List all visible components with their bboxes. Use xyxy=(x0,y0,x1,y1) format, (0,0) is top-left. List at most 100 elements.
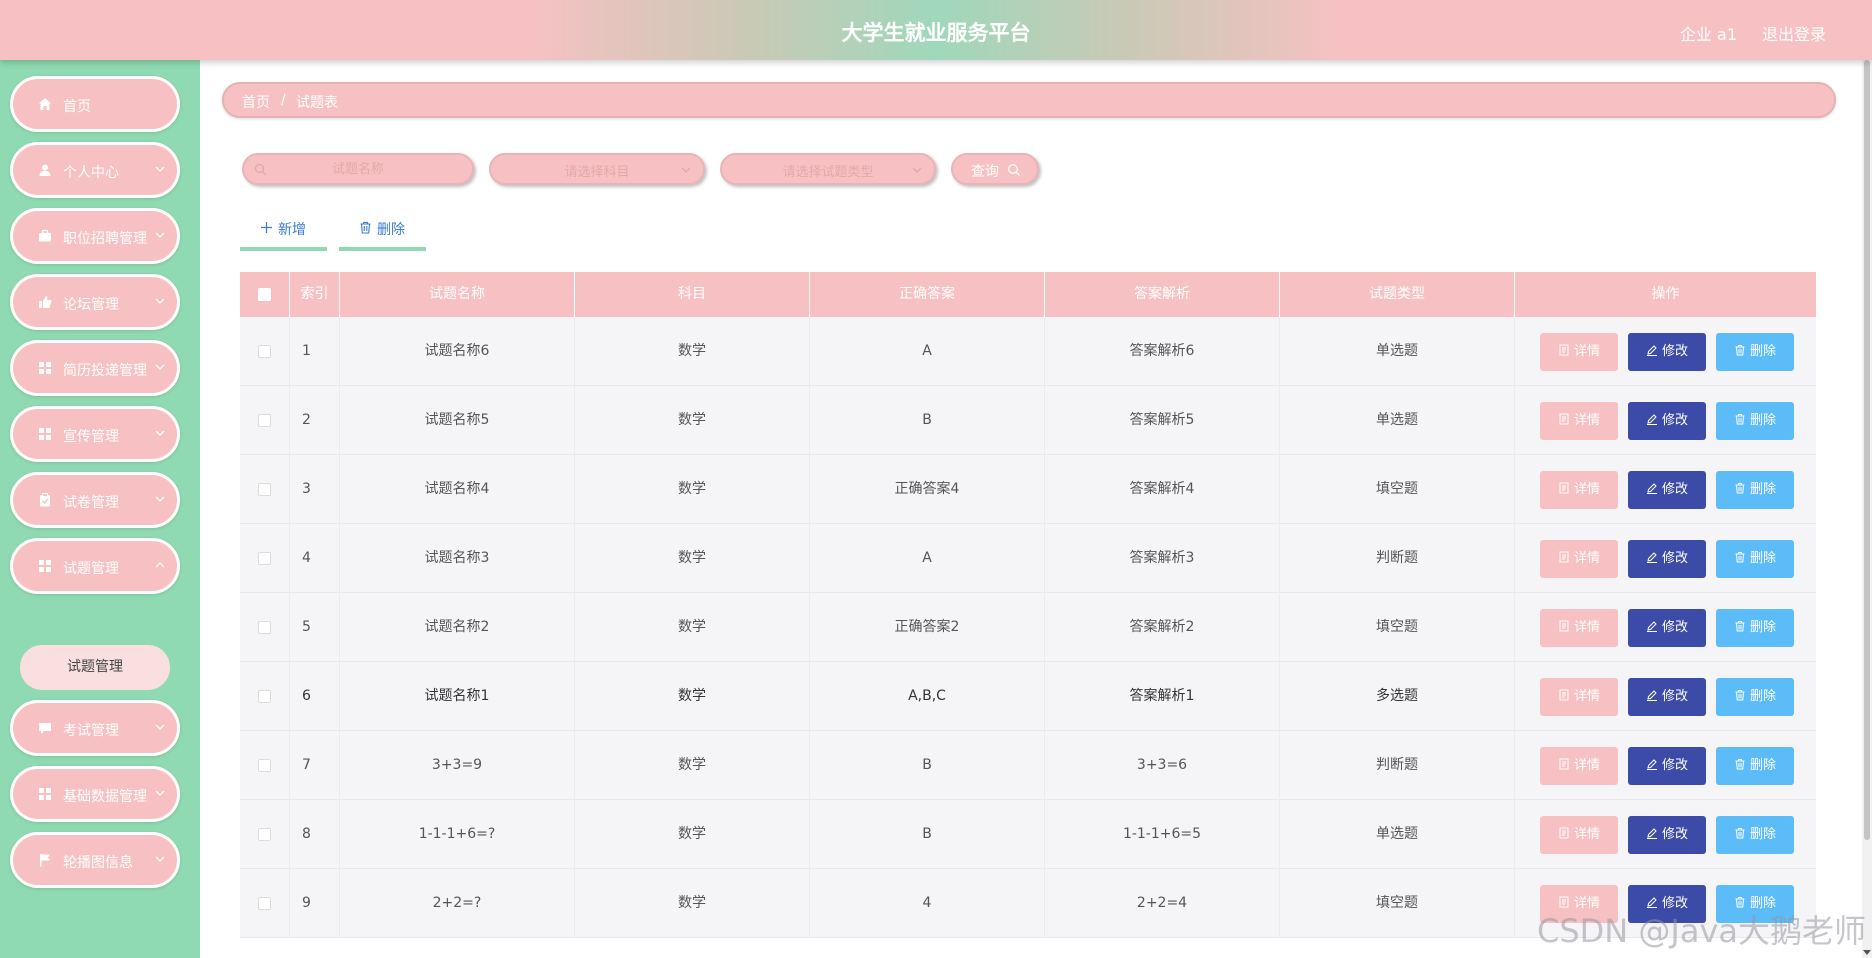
correct-answer-cell: B xyxy=(810,386,1045,455)
delete-button[interactable]: 删除 xyxy=(1716,609,1794,647)
question-type-cell: 判断题 xyxy=(1280,731,1515,800)
detail-button[interactable]: 详情 xyxy=(1540,471,1618,509)
detail-button-label: 详情 xyxy=(1573,758,1600,773)
delete-button-label: 删除 xyxy=(1749,482,1776,497)
app-title: 大学生就业服务平台 xyxy=(841,21,1031,45)
row-checkbox[interactable] xyxy=(258,690,271,703)
edit-button[interactable]: 修改 xyxy=(1628,678,1706,716)
detail-button[interactable]: 详情 xyxy=(1540,747,1618,785)
trash-icon xyxy=(1735,621,1745,632)
chevron-down-icon xyxy=(155,496,165,502)
answer-analysis-cell: 2+2=4 xyxy=(1045,869,1280,938)
edit-button[interactable]: 修改 xyxy=(1628,471,1706,509)
submenu-item-question-management[interactable]: 试题管理 xyxy=(20,645,170,690)
sidebar-item-personal-center[interactable]: 个人中心 xyxy=(10,142,180,198)
batch-delete-button-label: 删除 xyxy=(377,222,405,238)
add-button[interactable]: 新增 xyxy=(240,211,327,251)
delete-button[interactable]: 删除 xyxy=(1716,402,1794,440)
sidebar-item-label: 基础数据管理 xyxy=(63,789,147,805)
sidebar-item-forum[interactable]: 论坛管理 xyxy=(10,274,180,330)
document-icon xyxy=(1559,413,1569,425)
sidebar-item-resume-delivery[interactable]: 简历投递管理 xyxy=(10,340,180,396)
question-type-cell: 填空题 xyxy=(1280,455,1515,524)
answer-analysis-cell: 答案解析4 xyxy=(1045,455,1280,524)
delete-button[interactable]: 删除 xyxy=(1716,816,1794,854)
sidebar-item-exam-paper[interactable]: 试卷管理 xyxy=(10,472,180,528)
trash-icon xyxy=(1735,345,1745,356)
document-icon xyxy=(1559,758,1569,770)
row-checkbox[interactable] xyxy=(258,345,271,358)
pencil-icon xyxy=(1646,621,1657,632)
table-header: 索引 试题名称 科目 正确答案 答案解析 试题类型 操作 xyxy=(240,272,1816,317)
sidebar-item-exam[interactable]: 考试管理 xyxy=(10,700,180,756)
sidebar-item-basic-data[interactable]: 基础数据管理 xyxy=(10,766,180,822)
row-select-cell xyxy=(240,593,290,662)
delete-button[interactable]: 删除 xyxy=(1716,678,1794,716)
row-checkbox[interactable] xyxy=(258,414,271,427)
delete-button[interactable]: 删除 xyxy=(1716,540,1794,578)
edit-button[interactable]: 修改 xyxy=(1628,333,1706,371)
row-checkbox[interactable] xyxy=(258,621,271,634)
edit-button-label: 修改 xyxy=(1661,344,1688,359)
delete-button[interactable]: 删除 xyxy=(1716,471,1794,509)
index-cell: 1 xyxy=(290,317,340,386)
detail-button[interactable]: 详情 xyxy=(1540,540,1618,578)
detail-button-label: 详情 xyxy=(1573,344,1600,359)
document-icon xyxy=(1559,689,1569,701)
detail-button[interactable]: 详情 xyxy=(1540,678,1618,716)
question-name-cell: 试题名称2 xyxy=(340,593,575,662)
breadcrumb-separator: / xyxy=(281,92,286,108)
edit-button[interactable]: 修改 xyxy=(1628,540,1706,578)
query-button[interactable]: 查询 xyxy=(951,153,1039,185)
logout-link[interactable]: 退出登录 xyxy=(1762,21,1826,45)
detail-button[interactable]: 详情 xyxy=(1540,816,1618,854)
edit-button-label: 修改 xyxy=(1661,413,1688,428)
row-checkbox[interactable] xyxy=(258,483,271,496)
delete-button[interactable]: 删除 xyxy=(1716,747,1794,785)
edit-button[interactable]: 修改 xyxy=(1628,747,1706,785)
subject-cell: 数学 xyxy=(575,317,810,386)
question-type-cell: 填空题 xyxy=(1280,869,1515,938)
query-button-label: 查询 xyxy=(971,164,999,180)
row-checkbox[interactable] xyxy=(258,828,271,841)
detail-button[interactable]: 详情 xyxy=(1540,609,1618,647)
row-checkbox[interactable] xyxy=(258,552,271,565)
page-scrollbar[interactable] xyxy=(1862,60,1872,958)
row-select-cell xyxy=(240,731,290,800)
edit-button[interactable]: 修改 xyxy=(1628,402,1706,440)
subject-select[interactable]: 请选择科目 xyxy=(489,153,705,185)
scrollbar-thumb[interactable] xyxy=(1864,60,1870,840)
document-icon xyxy=(1559,482,1569,494)
breadcrumb-home-link[interactable]: 首页 xyxy=(242,92,270,112)
sidebar-item-job-recruitment[interactable]: 职位招聘管理 xyxy=(10,208,180,264)
grid-icon xyxy=(39,362,51,374)
question-name-cell: 试题名称3 xyxy=(340,524,575,593)
answer-analysis-cell: 答案解析5 xyxy=(1045,386,1280,455)
edit-button[interactable]: 修改 xyxy=(1628,609,1706,647)
edit-button-label: 修改 xyxy=(1661,620,1688,635)
question-name-cell: 3+3=9 xyxy=(340,731,575,800)
subject-cell: 数学 xyxy=(575,731,810,800)
row-checkbox[interactable] xyxy=(258,759,271,772)
table-row: 3 试题名称4 数学 正确答案4 答案解析4 填空题 详情 修改 删除 xyxy=(240,455,1816,524)
sidebar-item-carousel[interactable]: 轮播图信息 xyxy=(10,832,180,888)
batch-delete-button[interactable]: 删除 xyxy=(339,211,426,251)
row-checkbox[interactable] xyxy=(258,897,271,910)
sidebar-item-home[interactable]: 首页 xyxy=(10,76,180,132)
delete-button[interactable]: 删除 xyxy=(1716,333,1794,371)
subject-cell: 数学 xyxy=(575,386,810,455)
detail-button[interactable]: 详情 xyxy=(1540,333,1618,371)
sidebar-item-publicity[interactable]: 宣传管理 xyxy=(10,406,180,462)
question-type-select[interactable]: 请选择试题类型 xyxy=(720,153,936,185)
answer-analysis-cell: 答案解析1 xyxy=(1045,662,1280,731)
question-name-input[interactable] xyxy=(244,155,472,183)
detail-button-label: 详情 xyxy=(1573,482,1600,497)
pencil-icon xyxy=(1646,828,1657,839)
sidebar-item-question[interactable]: 试题管理 xyxy=(10,538,180,594)
edit-button[interactable]: 修改 xyxy=(1628,816,1706,854)
detail-button[interactable]: 详情 xyxy=(1540,402,1618,440)
chevron-up-icon xyxy=(155,562,165,568)
question-type-cell: 单选题 xyxy=(1280,317,1515,386)
row-select-cell xyxy=(240,317,290,386)
select-all-checkbox[interactable] xyxy=(258,288,271,301)
